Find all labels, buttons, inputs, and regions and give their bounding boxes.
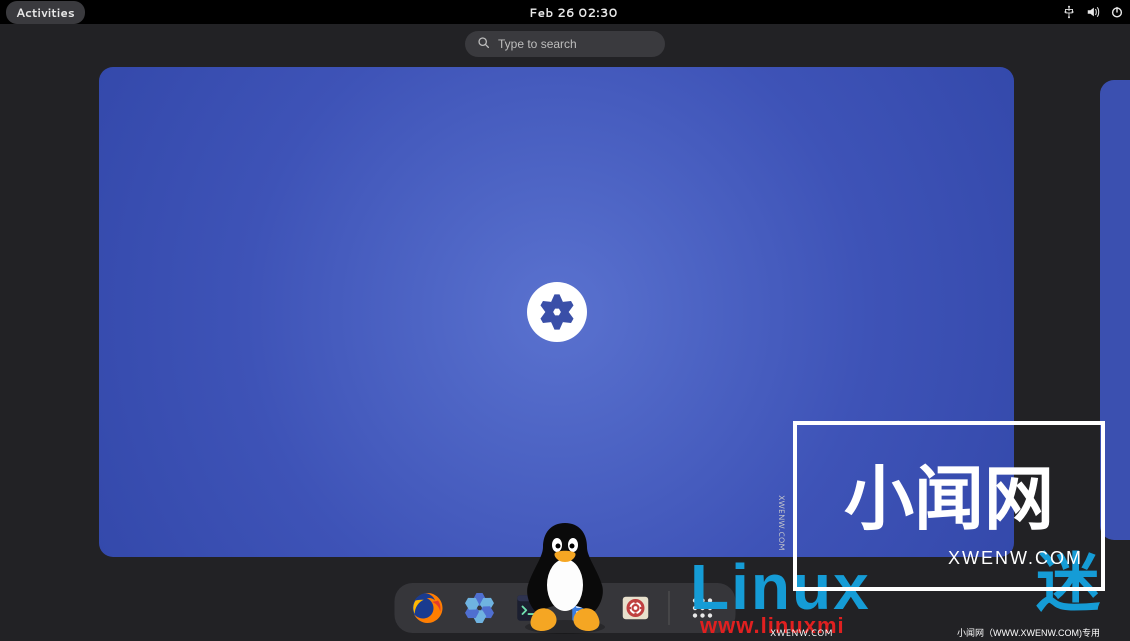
help-icon[interactable] xyxy=(617,589,655,627)
search-input[interactable] xyxy=(498,37,653,51)
top-panel: Activities Feb 26 02:30 xyxy=(0,0,1130,24)
nixos-icon[interactable] xyxy=(461,589,499,627)
nixos-logo-icon xyxy=(527,282,587,342)
files-icon[interactable] xyxy=(565,589,603,627)
watermark-footer-right: 小闻网（WWW.XWENW.COM)专用 xyxy=(957,626,1100,639)
workspace-thumbnail-1[interactable] xyxy=(99,67,1014,557)
activities-button[interactable]: Activities xyxy=(6,1,85,24)
activities-label: Activities xyxy=(16,4,75,21)
volume-icon[interactable] xyxy=(1086,5,1100,19)
network-icon[interactable] xyxy=(1062,5,1076,19)
search-icon xyxy=(477,36,490,53)
system-status-area[interactable] xyxy=(1062,5,1124,19)
power-icon[interactable] xyxy=(1110,5,1124,19)
dock-separator xyxy=(669,591,670,625)
dash-dock xyxy=(395,583,736,633)
watermark-mi-text: 迷 xyxy=(1036,532,1100,624)
workspace-thumbnail-2[interactable] xyxy=(1100,80,1130,540)
firefox-icon[interactable] xyxy=(409,589,447,627)
watermark-footer-left: XWENW.COM xyxy=(770,626,833,639)
show-apps-button[interactable] xyxy=(684,589,722,627)
search-pill[interactable] xyxy=(465,31,665,57)
terminal-icon[interactable] xyxy=(513,589,551,627)
clock-label[interactable]: Feb 26 02:30 xyxy=(529,4,618,21)
search-bar xyxy=(465,31,665,57)
